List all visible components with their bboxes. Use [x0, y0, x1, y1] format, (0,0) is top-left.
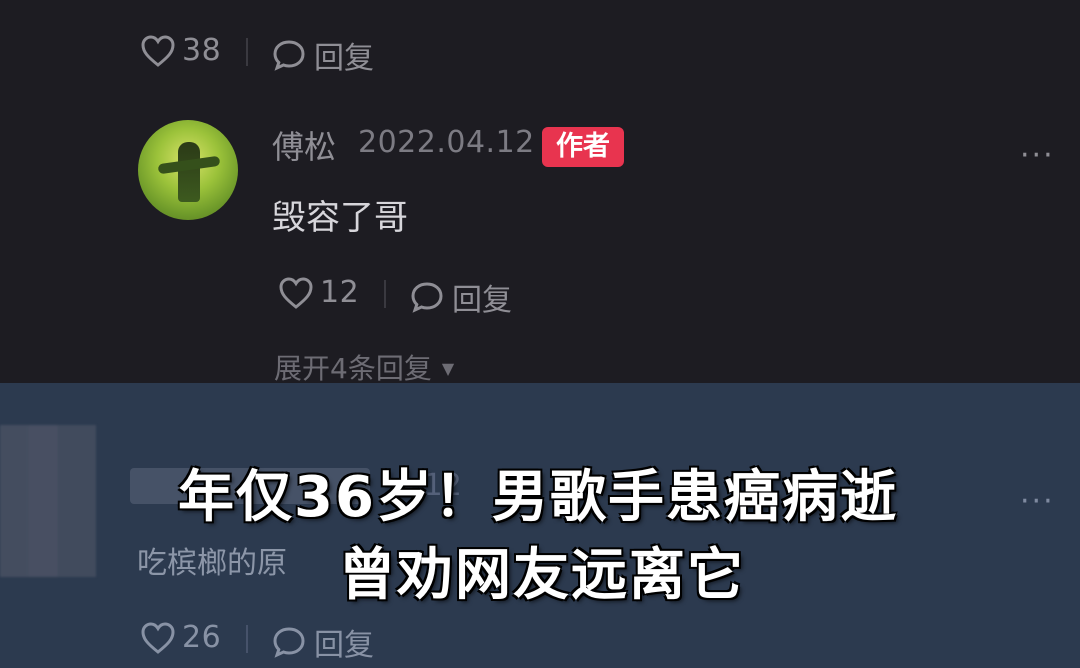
- username[interactable]: 傅松: [272, 122, 336, 168]
- headline-line-2: 曾劝网友远离它: [339, 543, 745, 608]
- reply-button[interactable]: 回复: [410, 275, 512, 319]
- caret-down-icon: ▼: [441, 359, 455, 378]
- like-button[interactable]: 26: [140, 620, 221, 655]
- heart-icon: [279, 276, 313, 309]
- divider: [246, 38, 248, 66]
- like-count: 38: [182, 33, 222, 68]
- more-options-icon[interactable]: ···: [1020, 138, 1055, 173]
- headline-line-1: 年仅36岁！男歌手患癌病逝: [178, 465, 898, 530]
- comment-text: 毁容了哥: [272, 198, 408, 238]
- reply-button[interactable]: 回复: [272, 33, 374, 77]
- divider: [384, 280, 386, 308]
- like-button[interactable]: 12: [278, 275, 359, 310]
- comment-thread-top: 38 回复 傅松 2022.04.12 作者 ··· 毁容了哥 12 回复 展开…: [0, 0, 1080, 385]
- reply-label: 回复: [314, 628, 374, 663]
- heart-icon: [141, 34, 175, 67]
- author-badge: 作者: [542, 127, 624, 167]
- chat-bubble-icon: [273, 40, 305, 71]
- avatar[interactable]: [138, 120, 238, 220]
- timestamp: 2022.04.12: [358, 125, 535, 160]
- divider: [246, 625, 248, 653]
- like-count: 12: [320, 275, 360, 310]
- expand-replies-label: 展开4条回复: [274, 352, 432, 385]
- reply-label: 回复: [314, 41, 374, 76]
- reply-label: 回复: [452, 283, 512, 318]
- avatar-figure: [178, 142, 200, 202]
- like-count: 26: [182, 620, 222, 655]
- like-button[interactable]: 38: [140, 33, 221, 68]
- heart-icon: [141, 621, 175, 654]
- chat-bubble-icon: [273, 627, 305, 658]
- chat-bubble-icon: [411, 282, 443, 313]
- reply-button[interactable]: 回复: [272, 620, 374, 664]
- expand-replies-button[interactable]: 展开4条回复 ▼: [274, 347, 454, 387]
